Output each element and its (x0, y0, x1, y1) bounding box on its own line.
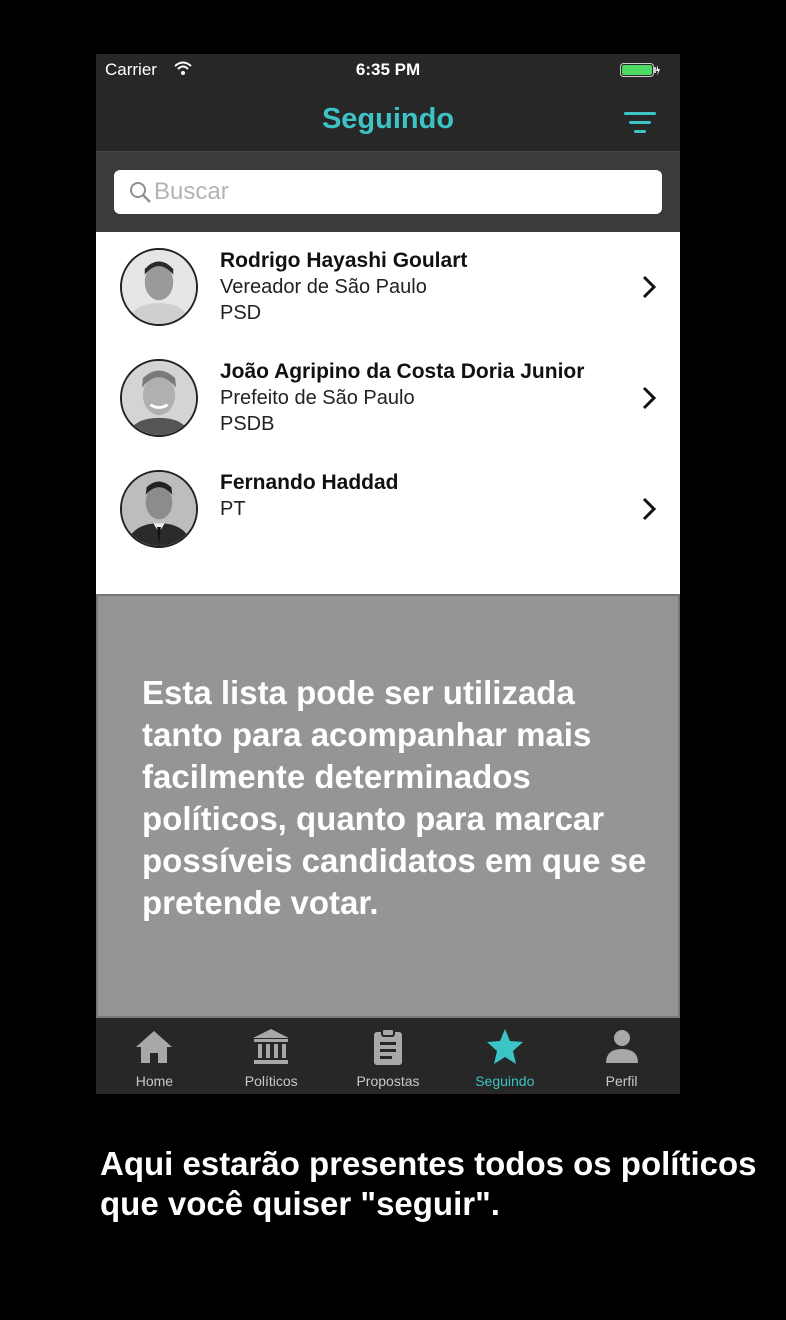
politician-role: Prefeito de São Paulo (220, 387, 415, 409)
person-icon (605, 1030, 638, 1063)
tip-text: Esta lista pode ser utilizada tanto para… (142, 674, 647, 921)
list-item-text: Fernando Haddad PT (220, 470, 620, 522)
list-item[interactable]: Fernando Haddad PT (96, 454, 680, 565)
building-icon (253, 1029, 290, 1064)
politician-role: Vereador de São Paulo (220, 276, 427, 298)
star-icon (486, 1029, 523, 1064)
tab-politicos[interactable]: Políticos (213, 1018, 330, 1094)
politician-party: PT (220, 498, 246, 520)
tab-label: Propostas (356, 1073, 420, 1089)
search-icon (130, 182, 151, 203)
tab-home[interactable]: Home (96, 1018, 213, 1094)
search-bar (96, 152, 680, 232)
politician-list: Rodrigo Hayashi Goulart Vereador de São … (96, 232, 680, 565)
chevron-right-icon (642, 386, 657, 410)
tip-overlay: Esta lista pode ser utilizada tanto para… (96, 594, 680, 1018)
politician-party: PSD (220, 302, 262, 324)
tab-bar: Home Políticos Propostas Seguindo Perfil (96, 1018, 680, 1094)
status-bar: Carrier 6:35 PM (96, 54, 680, 88)
clock: 6:35 PM (355, 60, 421, 79)
chevron-right-icon (642, 497, 657, 521)
filter-icon[interactable] (620, 108, 660, 138)
tab-label: Home (135, 1073, 174, 1089)
chevron-right-icon (642, 275, 657, 299)
battery-icon (620, 63, 660, 77)
avatar (120, 248, 198, 326)
list-item[interactable]: João Agripino da Costa Doria Junior Pref… (96, 343, 680, 454)
tab-seguindo[interactable]: Seguindo (446, 1018, 563, 1094)
phone-screen: Carrier 6:35 PM Seguindo Buscar Rodrigo … (96, 54, 680, 1094)
politician-party: PSDB (220, 413, 275, 435)
page-title: Seguindo (321, 103, 455, 135)
caption-text: Aqui estarão presentes todos os político… (100, 1145, 757, 1222)
search-field[interactable] (114, 170, 662, 214)
search-input[interactable] (154, 174, 644, 210)
tab-label: Seguindo (475, 1073, 535, 1089)
list-item[interactable]: Rodrigo Hayashi Goulart Vereador de São … (96, 232, 680, 343)
navigation-bar: Seguindo (96, 88, 680, 152)
avatar (120, 470, 198, 548)
avatar (120, 359, 198, 437)
politician-name: João Agripino da Costa Doria Junior (220, 360, 585, 383)
list-item-text: João Agripino da Costa Doria Junior Pref… (220, 359, 620, 437)
politician-name: Rodrigo Hayashi Goulart (220, 249, 468, 272)
politician-name: Fernando Haddad (220, 471, 399, 494)
clipboard-icon (373, 1028, 402, 1065)
tab-perfil[interactable]: Perfil (563, 1018, 680, 1094)
tab-propostas[interactable]: Propostas (330, 1018, 447, 1094)
tab-label: Perfil (605, 1073, 638, 1089)
list-item-text: Rodrigo Hayashi Goulart Vereador de São … (220, 248, 620, 326)
tab-label: Políticos (244, 1073, 298, 1089)
home-icon (136, 1031, 173, 1063)
